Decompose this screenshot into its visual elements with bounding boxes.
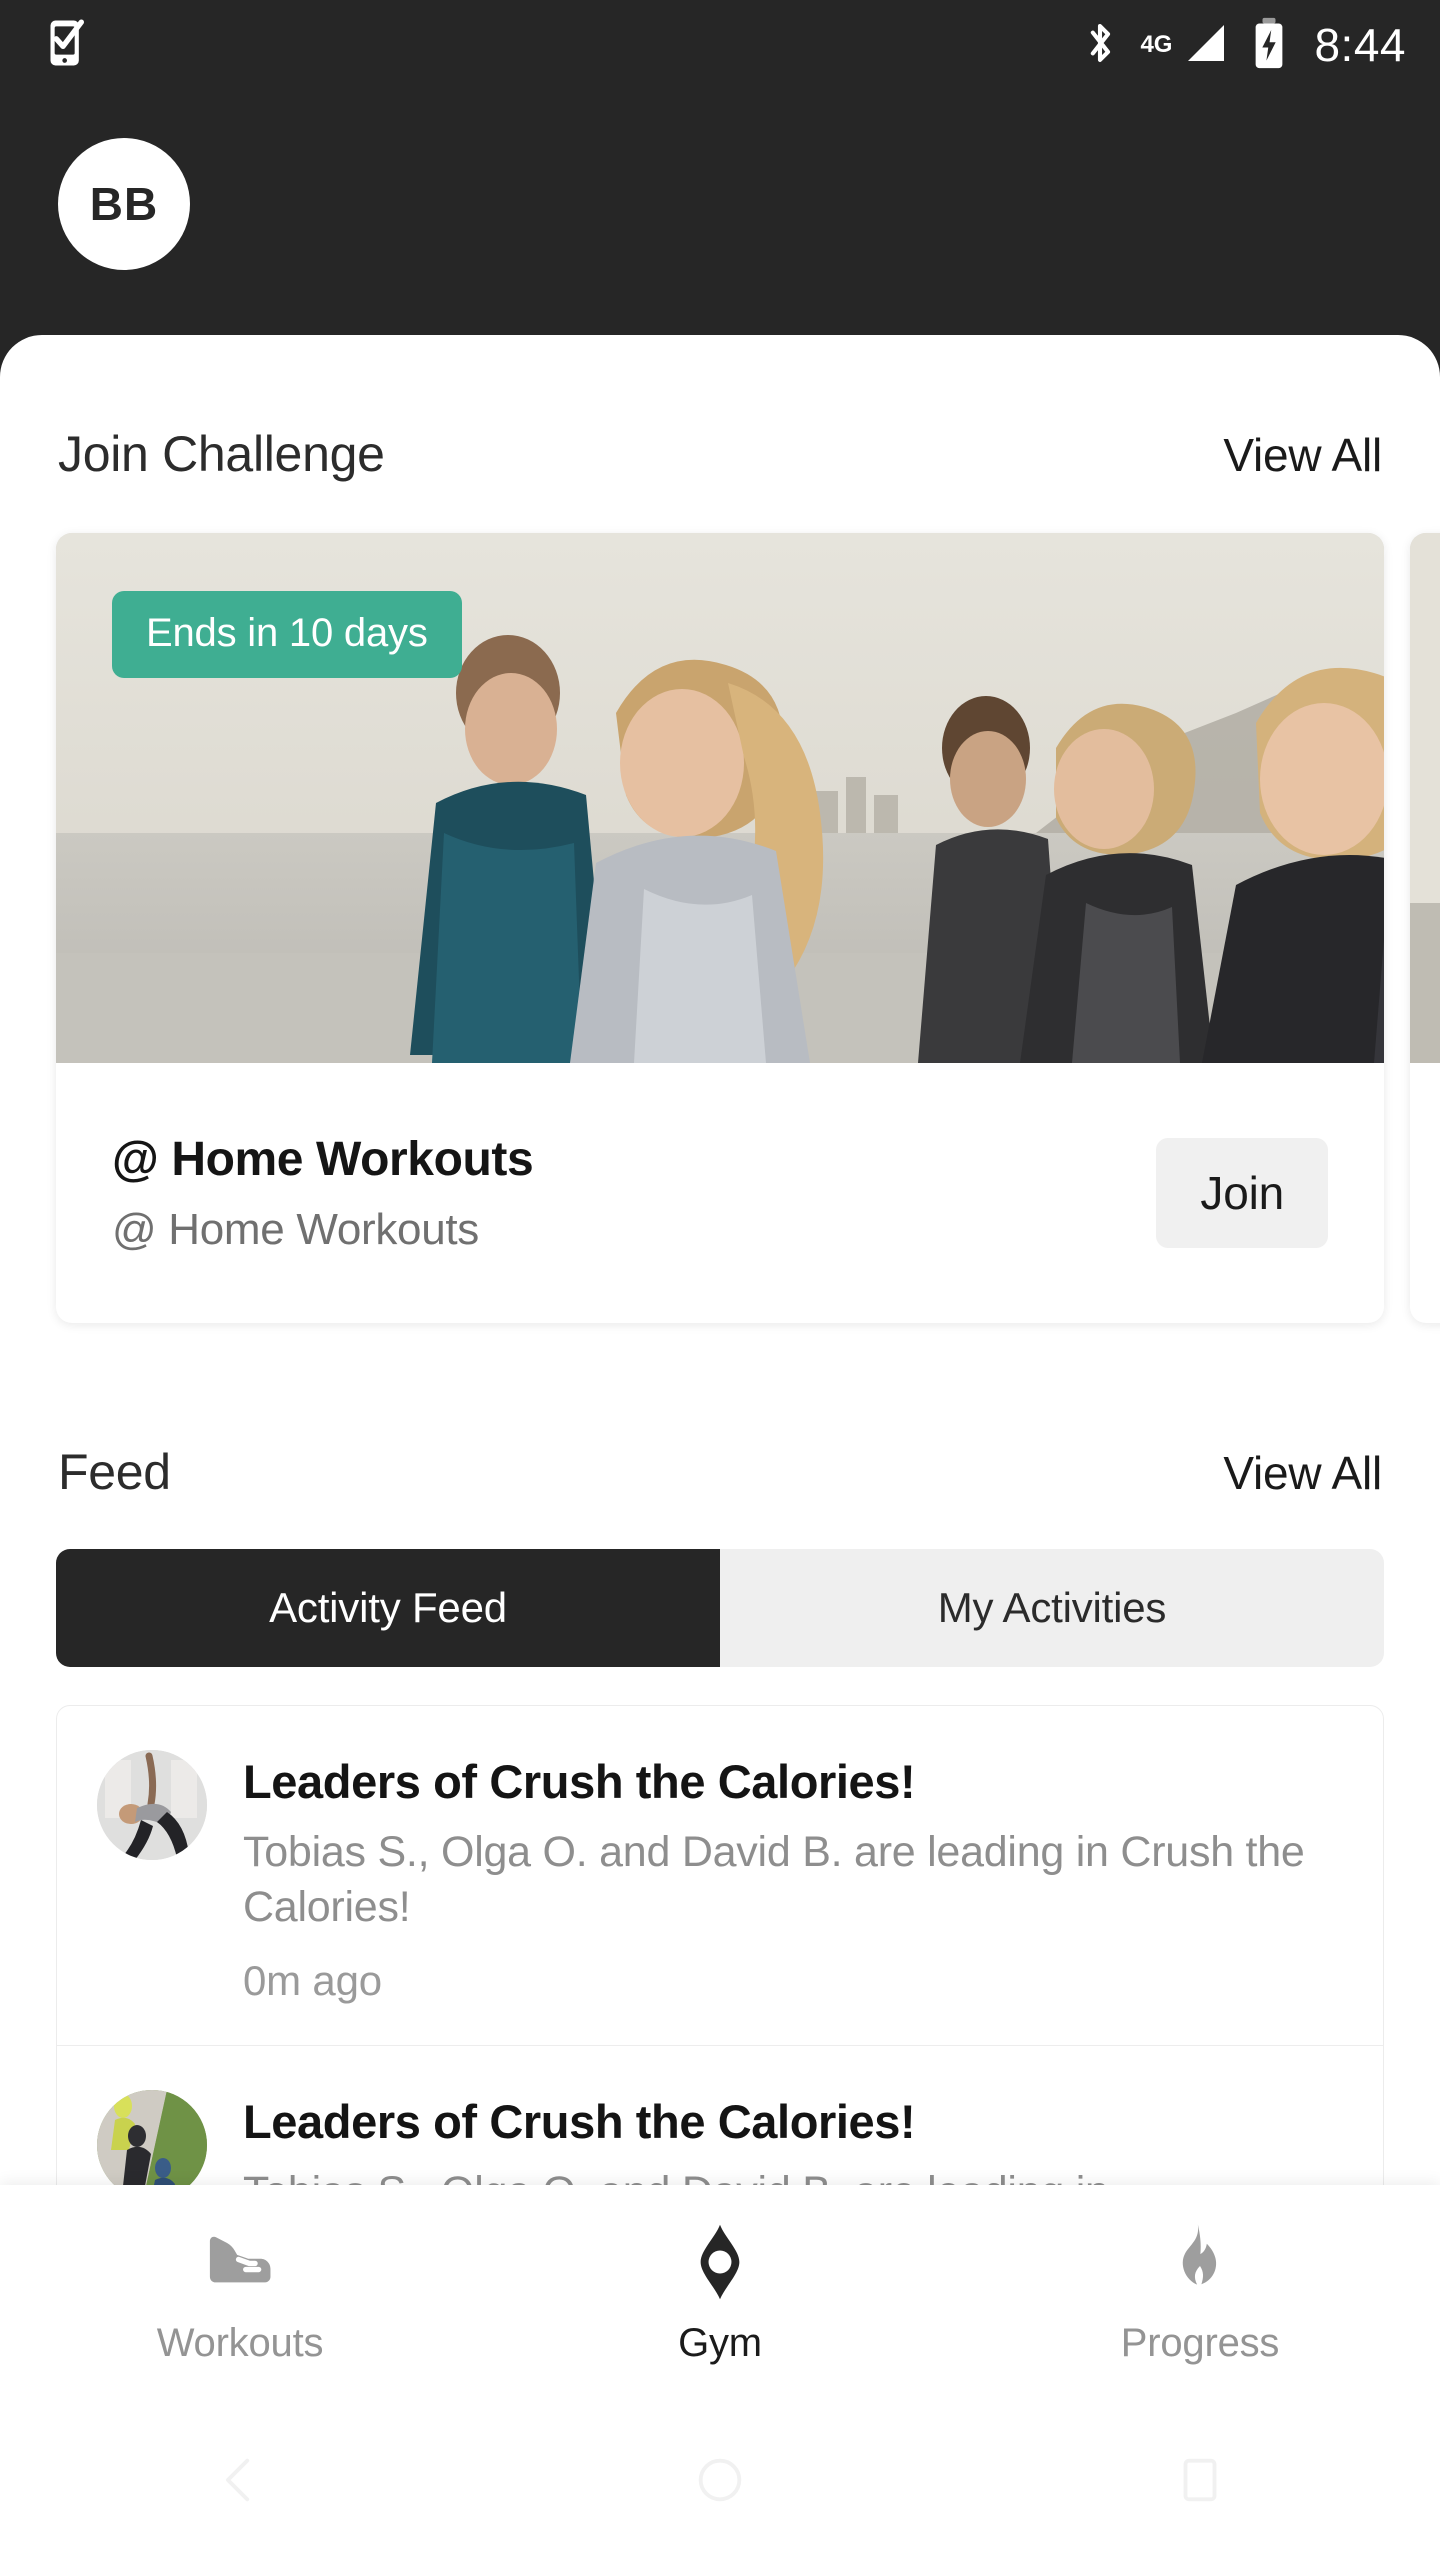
challenge-carousel[interactable]: Ends in 10 days @ Home Workouts @ Home W… [0, 533, 1440, 1323]
challenge-view-all-link[interactable]: View All [1223, 428, 1382, 482]
mobile-check-icon [48, 17, 88, 74]
home-icon [698, 2458, 742, 2502]
phone-screen: 4G 8:44 BB Join Challenge View All Ends … [0, 0, 1440, 2560]
challenge-card-subtitle: @ Home Workouts [112, 1204, 480, 1254]
challenge-card-texts: @ Home Workouts @ Home Workouts [112, 1132, 1156, 1255]
back-button[interactable] [0, 2451, 480, 2509]
feed-item-description: Tobias S., Olga O. and David B. are lead… [243, 1828, 1305, 1932]
flame-icon [1182, 2224, 1217, 2285]
tab-workouts-label: Workouts [156, 2321, 324, 2365]
feed-item-title: Leaders of Crush the Calories! [243, 1755, 916, 1808]
tab-gym-label: Gym [678, 2321, 762, 2365]
challenge-card-body-next [1410, 1063, 1440, 1323]
yoga-pose-avatar [97, 1750, 207, 1860]
feed-item-timestamp: 0m ago [243, 1957, 382, 2005]
avatar[interactable]: BB [58, 138, 190, 270]
tab-progress-label: Progress [1120, 2321, 1280, 2365]
gym-diamond-icon [700, 2224, 740, 2300]
android-navigation-bar [0, 2400, 1440, 2560]
clock-label: 8:44 [1314, 19, 1406, 71]
feed-list-item[interactable]: Leaders of Crush the Calories! Tobias S.… [57, 1706, 1383, 2047]
feed-item-title: Leaders of Crush the Calories! [243, 2095, 916, 2149]
network-type-label: 4G [1140, 30, 1173, 58]
challenge-ends-badge: Ends in 10 days [112, 591, 462, 678]
back-icon [225, 2458, 250, 2502]
challenge-card-title: @ Home Workouts [112, 1132, 534, 1186]
feed-view-all-link[interactable]: View All [1223, 1446, 1382, 1500]
challenge-card-next-peek[interactable] [1410, 533, 1440, 1323]
challenge-section-title: Join Challenge [58, 426, 385, 482]
challenge-card-body: @ Home Workouts @ Home Workouts Join [56, 1063, 1384, 1323]
status-bar-right: 4G 8:44 [1082, 17, 1406, 74]
status-bar-left [48, 17, 88, 74]
feed-item-content: Leaders of Crush the Calories! Tobias S.… [243, 1750, 1343, 2005]
challenge-hero-image: Ends in 10 days [56, 533, 1384, 1063]
join-challenge-button[interactable]: Join [1156, 1138, 1328, 1248]
bluetooth-icon [1082, 18, 1118, 73]
feed-section-header: Feed View All [0, 1443, 1440, 1501]
home-button[interactable] [480, 2451, 960, 2509]
feed-list: Leaders of Crush the Calories! Tobias S.… [56, 1705, 1384, 2240]
app-header: BB [0, 90, 1440, 335]
tab-gym[interactable]: Gym [480, 2219, 960, 2366]
tab-progress[interactable]: Progress [960, 2219, 1440, 2366]
feed-tabs: Activity Feed My Activities [56, 1549, 1384, 1667]
signal-icon [1182, 19, 1230, 72]
challenge-hero-image-next [1410, 533, 1440, 1063]
recents-button[interactable] [960, 2451, 1440, 2509]
shoe-icon [209, 2236, 271, 2283]
challenge-section-header: Join Challenge View All [0, 425, 1440, 483]
runners-avatar [97, 2090, 207, 2201]
recents-icon [1183, 2458, 1217, 2502]
content-sheet: Join Challenge View All Ends in 10 days … [0, 335, 1440, 2240]
tab-my-activities[interactable]: My Activities [720, 1549, 1384, 1667]
challenge-card[interactable]: Ends in 10 days @ Home Workouts @ Home W… [56, 533, 1384, 1323]
feed-section-title: Feed [58, 1444, 171, 1500]
battery-charging-icon [1252, 17, 1286, 74]
tab-activity-feed[interactable]: Activity Feed [56, 1549, 720, 1667]
status-bar: 4G 8:44 [0, 0, 1440, 90]
tab-workouts[interactable]: Workouts [0, 2219, 480, 2366]
bottom-tab-bar: Workouts Gym Progress [0, 2185, 1440, 2400]
